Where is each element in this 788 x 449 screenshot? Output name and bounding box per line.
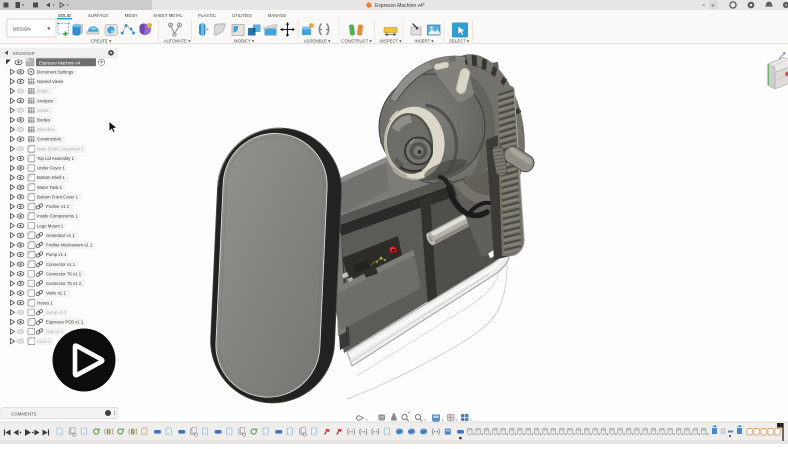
svg-text:MANAGE: MANAGE xyxy=(268,13,287,18)
svg-text:Valve v1 1: Valve v1 1 xyxy=(46,291,66,296)
svg-text:AUTOMATE ▾: AUTOMATE ▾ xyxy=(164,39,191,44)
svg-text:Espresso PCB v1 1: Espresso PCB v1 1 xyxy=(46,320,84,325)
svg-text:MODIFY ▾: MODIFY ▾ xyxy=(234,39,254,44)
svg-text:Connector 76 v1 1: Connector 76 v1 1 xyxy=(46,271,82,276)
svg-text:Bottom Shell 1: Bottom Shell 1 xyxy=(37,175,66,180)
svg-text:Cup v1 1: Cup v1 1 xyxy=(46,329,64,334)
svg-text:Hoses 1: Hoses 1 xyxy=(37,300,53,305)
svg-text:Analysis: Analysis xyxy=(37,98,53,103)
svg-text:Connector 76 v1 2: Connector 76 v1 2 xyxy=(46,281,82,286)
svg-text:CONSTRUCT ▾: CONSTRUCT ▾ xyxy=(341,39,371,44)
svg-text:ASSEMBLE ▾: ASSEMBLE ▾ xyxy=(304,39,331,44)
svg-text:Frother v1 1: Frother v1 1 xyxy=(46,204,70,209)
svg-text:Sump v1 1: Sump v1 1 xyxy=(46,310,67,315)
svg-text:DESIGN: DESIGN xyxy=(13,27,31,32)
svg-text:Espresso Machine v4: Espresso Machine v4 xyxy=(39,60,81,65)
svg-text:Water Tank 1: Water Tank 1 xyxy=(37,185,63,190)
svg-text:SHEET METAL: SHEET METAL xyxy=(153,13,183,18)
svg-text:BROWSER: BROWSER xyxy=(13,51,35,56)
svg-text:Construction: Construction xyxy=(37,137,62,142)
svg-text:UTILITIES: UTILITIES xyxy=(232,13,252,18)
svg-text:INSPECT ▾: INSPECT ▾ xyxy=(380,39,402,44)
svg-text:SOLID: SOLID xyxy=(58,13,71,18)
svg-text:Pump v1 1: Pump v1 1 xyxy=(46,252,67,257)
svg-text:Top Lid Assembly 1: Top Lid Assembly 1 xyxy=(37,156,75,161)
svg-text:×: × xyxy=(702,3,705,9)
svg-text:SELECT ▾: SELECT ▾ xyxy=(449,39,469,44)
svg-text:CREATE ▾: CREATE ▾ xyxy=(91,39,111,44)
svg-text:Sketches: Sketches xyxy=(37,127,55,132)
svg-text:INSERT ▾: INSERT ▾ xyxy=(415,39,434,44)
svg-text:Bottom Front Cover 1: Bottom Front Cover 1 xyxy=(37,195,79,200)
svg-text:Under Cover 1: Under Cover 1 xyxy=(37,166,66,171)
svg-text:Main Shell Component 1: Main Shell Component 1 xyxy=(37,146,85,151)
svg-text:Joints: Joints xyxy=(37,108,48,113)
svg-text:COMMENTS: COMMENTS xyxy=(11,411,37,416)
svg-text:Document Settings: Document Settings xyxy=(37,69,73,74)
svg-text:MESH: MESH xyxy=(125,13,137,18)
svg-text:Generator v1 1: Generator v1 1 xyxy=(46,233,75,238)
svg-text:Inside Components 1: Inside Components 1 xyxy=(37,214,78,219)
svg-text:Conn 1: Conn 1 xyxy=(37,339,51,344)
svg-text:Connector v1 1: Connector v1 1 xyxy=(46,262,76,267)
svg-text:Logo Mount 1: Logo Mount 1 xyxy=(37,223,64,228)
svg-text:SURFACE: SURFACE xyxy=(88,13,108,18)
svg-text:Espresso Machine v4*: Espresso Machine v4* xyxy=(375,3,425,9)
svg-text:Bodies: Bodies xyxy=(37,118,50,123)
svg-text:Named Views: Named Views xyxy=(37,79,63,84)
svg-text:+: + xyxy=(711,3,715,10)
svg-text:PLASTIC: PLASTIC xyxy=(198,13,216,18)
svg-text:Frother Mechanism v1 1: Frother Mechanism v1 1 xyxy=(46,243,93,248)
svg-text:Origin: Origin xyxy=(37,89,49,94)
